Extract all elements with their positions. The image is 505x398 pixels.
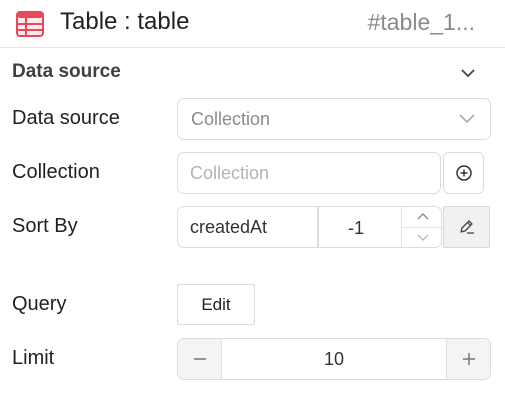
decrement-limit-button[interactable] bbox=[178, 339, 222, 379]
minus-icon bbox=[193, 358, 206, 360]
data-source-value: Collection bbox=[191, 109, 271, 129]
chevron-down-icon bbox=[461, 69, 475, 78]
chevron-down-icon bbox=[417, 234, 428, 241]
increment-button[interactable] bbox=[402, 207, 443, 228]
section-collapse-toggle[interactable] bbox=[457, 64, 479, 82]
sort-by-label: Sort By bbox=[12, 215, 78, 237]
query-label: Query bbox=[12, 293, 67, 315]
sort-order-value: -1 bbox=[348, 218, 365, 238]
table-icon bbox=[16, 11, 44, 37]
pencil-icon bbox=[459, 220, 474, 234]
collection-input[interactable] bbox=[177, 152, 441, 194]
collection-label: Collection bbox=[12, 161, 100, 183]
add-collection-button[interactable] bbox=[443, 152, 484, 194]
chevron-up-icon bbox=[417, 213, 428, 220]
limit-value[interactable]: 10 bbox=[222, 349, 446, 370]
plus-circle-icon bbox=[455, 165, 472, 181]
edit-sort-button[interactable] bbox=[443, 206, 490, 248]
component-title: Table : table bbox=[60, 8, 190, 35]
sort-field-input[interactable] bbox=[177, 206, 318, 248]
limit-label: Limit bbox=[12, 347, 55, 369]
sort-order-input[interactable]: -1 bbox=[318, 206, 443, 248]
element-id[interactable]: #table_1... bbox=[368, 9, 475, 36]
data-source-label: Data source bbox=[12, 107, 120, 129]
inspector-header: Table : table #table_1... bbox=[0, 0, 505, 48]
increment-limit-button[interactable] bbox=[446, 339, 490, 379]
plus-icon bbox=[462, 353, 475, 365]
decrement-button[interactable] bbox=[402, 227, 443, 247]
section-title: Data source bbox=[12, 61, 121, 82]
chevron-down-icon bbox=[459, 114, 475, 124]
data-source-select[interactable]: Collection bbox=[177, 98, 491, 140]
edit-query-button[interactable]: Edit bbox=[177, 284, 255, 325]
limit-stepper: 10 bbox=[177, 338, 491, 380]
sort-order-stepper bbox=[401, 207, 443, 247]
